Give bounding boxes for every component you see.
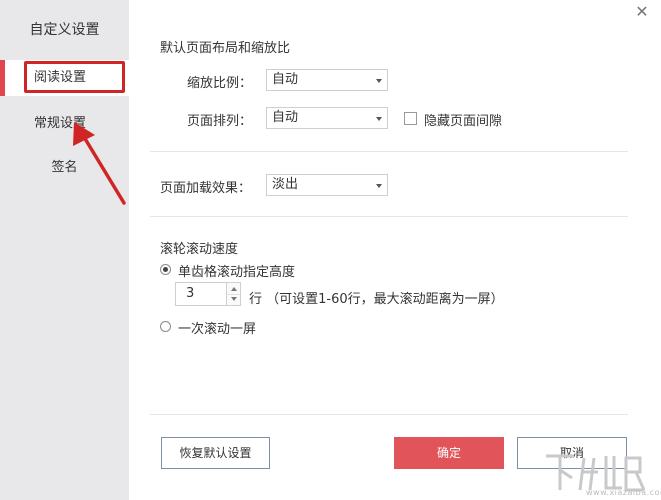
annotation-arrow — [73, 122, 126, 205]
watermark-url: www.xiazaiba.com — [586, 488, 661, 497]
